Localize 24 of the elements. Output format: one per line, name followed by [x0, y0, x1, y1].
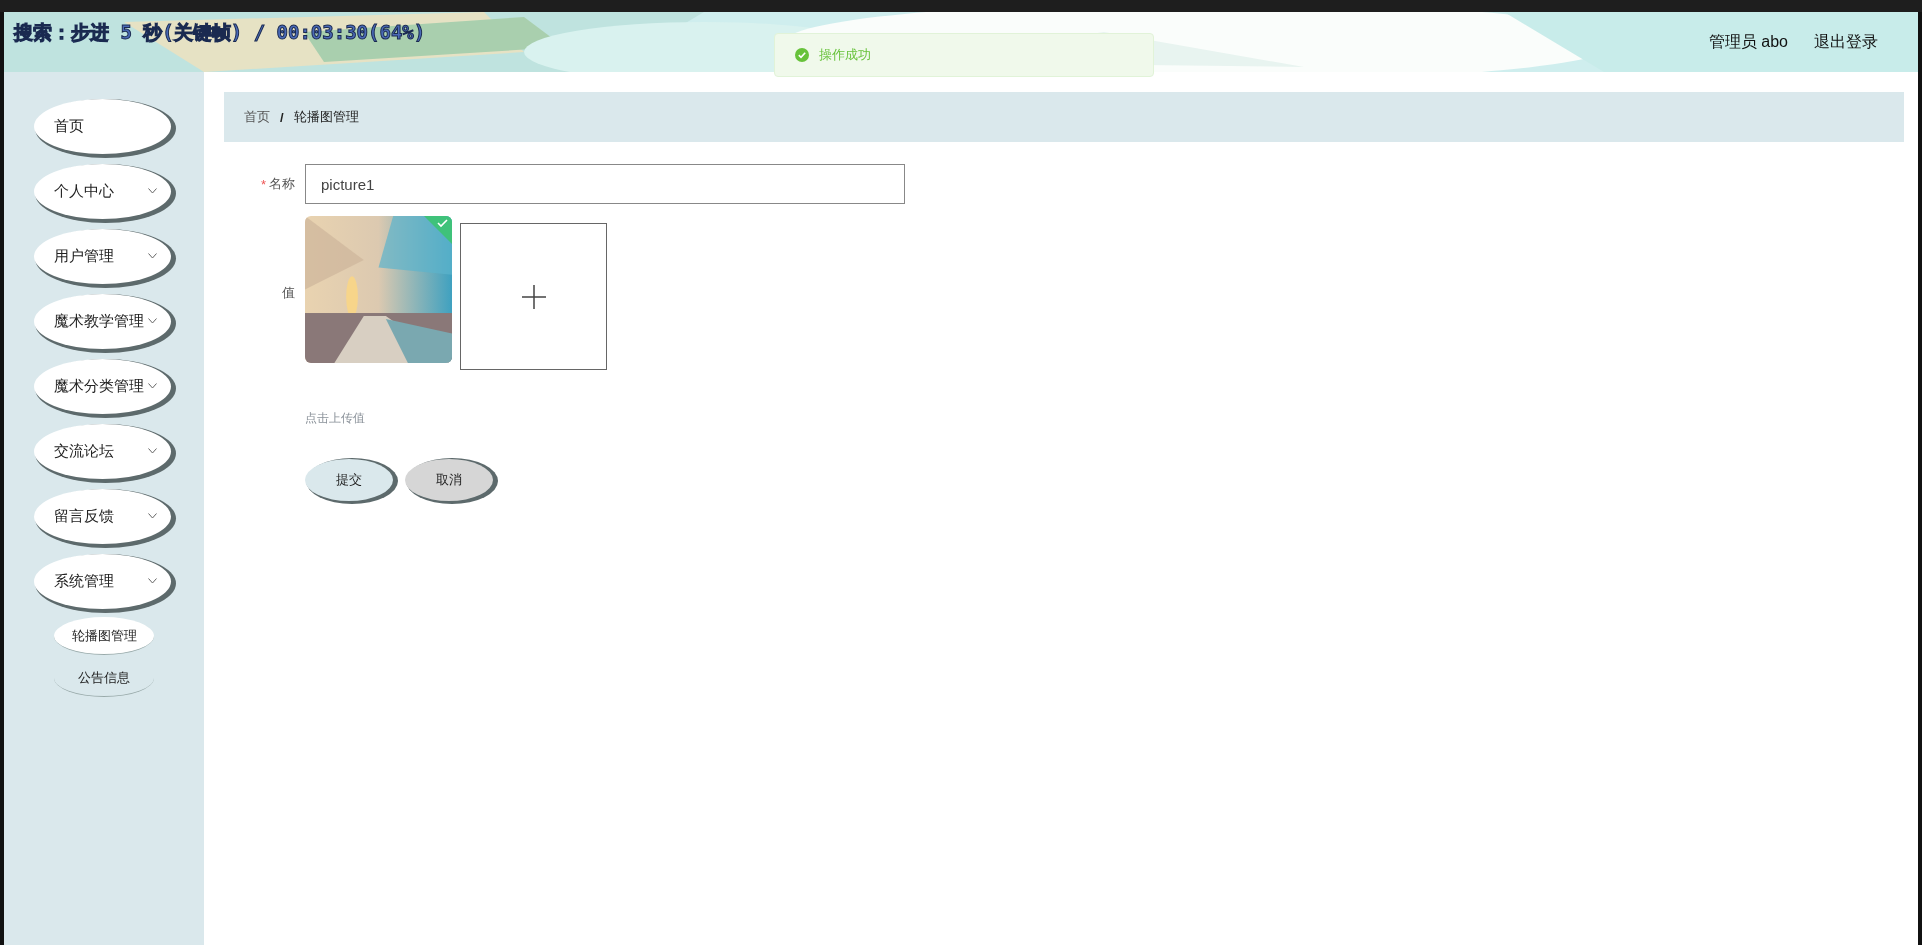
chevron-down-icon [148, 448, 157, 454]
submenu-item[interactable]: 轮播图管理 [54, 617, 154, 655]
logout-link[interactable]: 退出登录 [1814, 31, 1878, 53]
toast-message: 操作成功 [819, 46, 871, 64]
required-mark: * [260, 176, 266, 192]
chevron-down-icon [148, 318, 157, 324]
chevron-down-icon [148, 188, 157, 194]
upload-button[interactable] [460, 223, 607, 370]
plus-icon [521, 284, 546, 309]
field-label: 值 [282, 284, 295, 302]
breadcrumb-item[interactable]: 首页 [244, 108, 270, 126]
field-label: 名称 [269, 175, 295, 193]
chevron-down-icon [148, 253, 157, 259]
breadcrumb-separator: / [280, 109, 284, 125]
chevron-down-icon [148, 383, 157, 389]
breadcrumb-item: 轮播图管理 [293, 108, 359, 126]
success-icon [795, 48, 809, 62]
chevron-down-icon [148, 578, 157, 584]
chevron-down-icon [148, 513, 157, 519]
name-input[interactable]: picture1 [305, 164, 905, 204]
video-seek-overlay: 搜索：步进 5 秒(关键帧) / 00:03:30(64%) [14, 20, 426, 45]
upload-hint: 点击上传值 [305, 410, 366, 427]
submenu-item[interactable]: 公告信息 [54, 659, 154, 697]
user-name: 管理员 abo [1708, 31, 1788, 52]
